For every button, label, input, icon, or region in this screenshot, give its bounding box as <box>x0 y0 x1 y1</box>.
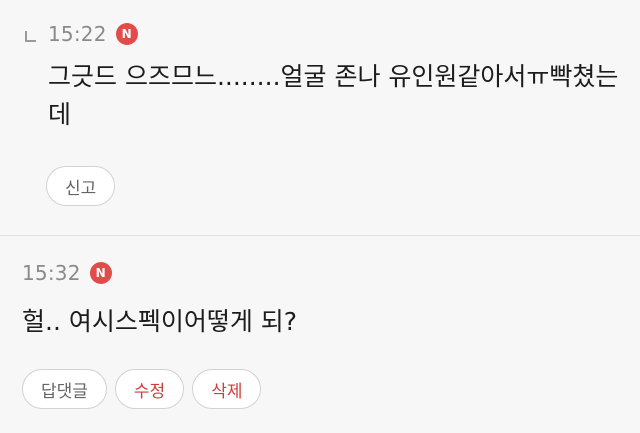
comment-reply: 15:22 N 그긋드 으즈므느........얼굴 존나 유인원같아서ㅠ빡쳤는… <box>0 0 640 236</box>
comment-text: 그긋드 으즈므느........얼굴 존나 유인원같아서ㅠ빡쳤는데 <box>48 62 619 129</box>
comment-text: 헐.. 여시스펙이어떻게 되? <box>22 307 298 336</box>
delete-button[interactable]: 삭제 <box>192 369 262 409</box>
comment-actions: 신고 <box>46 166 640 206</box>
comment-time: 15:22 <box>48 22 107 46</box>
report-button[interactable]: 신고 <box>46 166 116 206</box>
comment-meta: 15:22 N <box>22 20 640 48</box>
reply-arrow-icon <box>25 30 36 42</box>
comment-actions: 답댓글 수정 삭제 <box>22 369 640 409</box>
new-badge-icon: N <box>89 262 112 284</box>
new-badge-icon: N <box>115 23 138 45</box>
comment-time: 15:32 <box>22 261 81 285</box>
comment-own: 15:32 N 헐.. 여시스펙이어떻게 되? 답댓글 수정 삭제 <box>0 237 640 433</box>
comment-thread: 15:22 N 그긋드 으즈므느........얼굴 존나 유인원같아서ㅠ빡쳤는… <box>0 0 640 433</box>
reply-button[interactable]: 답댓글 <box>22 369 107 409</box>
comment-meta: 15:32 N <box>22 259 640 287</box>
edit-button[interactable]: 수정 <box>114 369 185 409</box>
